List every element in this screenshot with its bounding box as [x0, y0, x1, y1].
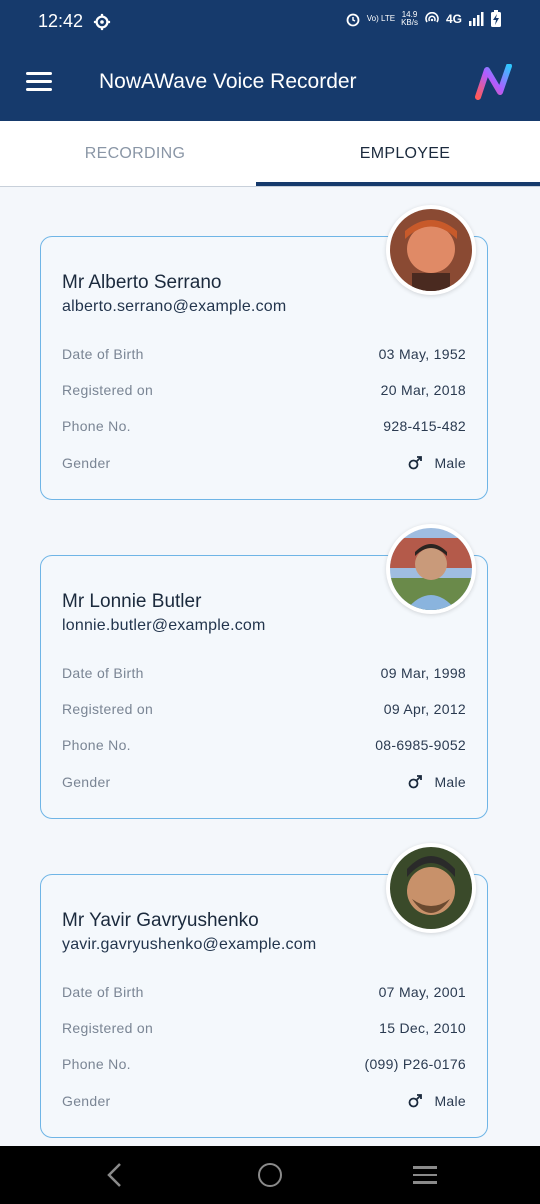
volte-indicator: Vo) LTE — [366, 14, 396, 23]
gender-label: Gender — [62, 455, 111, 471]
nowawave-logo-icon — [475, 64, 512, 100]
hamburger-menu-icon[interactable] — [26, 72, 52, 92]
alarm-icon — [346, 13, 360, 27]
employee-name: Mr Yavir Gavryushenko — [62, 910, 259, 931]
employee-email: alberto.serrano@example.com — [62, 298, 287, 315]
male-symbol-icon — [409, 1094, 423, 1108]
back-icon[interactable] — [104, 1162, 124, 1188]
status-time: 12:42 — [38, 11, 84, 31]
employee-photo-image — [390, 209, 472, 291]
gender-text: Male — [434, 774, 466, 790]
gender-value: Male — [408, 455, 466, 471]
registered-label: Registered on — [62, 1020, 154, 1036]
battery-charging-icon — [491, 10, 501, 27]
employee-email: lonnie.butler@example.com — [62, 617, 266, 634]
dob-value: 03 May, 1952 — [378, 346, 466, 362]
employee-name: Mr Lonnie Butler — [62, 591, 202, 612]
app-title: NowAWave Voice Recorder — [99, 70, 357, 93]
employee-photo-image — [390, 528, 472, 610]
avatar — [386, 524, 476, 614]
dob-value: 07 May, 2001 — [378, 984, 466, 1000]
registered-value: 20 Mar, 2018 — [380, 382, 466, 398]
gender-text: Male — [434, 1093, 466, 1109]
phone-value: 928-415-482 — [383, 418, 466, 434]
gender-label: Gender — [62, 774, 111, 790]
status-bar: 12:42 Vo) LTE 14.9 KB/s 4G — [0, 0, 540, 44]
app-bar: NowAWave Voice Recorder — [0, 44, 540, 121]
gender-label: Gender — [62, 1093, 111, 1109]
registered-value: 09 Apr, 2012 — [383, 701, 466, 717]
system-nav-bar — [0, 1146, 540, 1204]
employee-name: Mr Alberto Serrano — [62, 272, 222, 293]
gender-value: Male — [408, 774, 466, 790]
avatar — [386, 843, 476, 933]
employee-photo-image — [390, 847, 472, 929]
recents-icon[interactable] — [413, 1166, 437, 1184]
hotspot-icon — [425, 12, 439, 23]
registered-label: Registered on — [62, 701, 154, 717]
gender-text: Male — [434, 455, 466, 471]
active-tab-indicator — [256, 182, 540, 186]
male-symbol-icon — [409, 775, 423, 789]
gender-value: Male — [408, 1093, 466, 1109]
phone-label: Phone No. — [62, 1056, 131, 1072]
dob-value: 09 Mar, 1998 — [380, 665, 466, 681]
phone-label: Phone No. — [62, 737, 131, 753]
dob-label: Date of Birth — [62, 984, 144, 1000]
tab-employee[interactable]: EMPLOYEE — [270, 121, 540, 187]
dob-label: Date of Birth — [62, 665, 144, 681]
employee-email: yavir.gavryushenko@example.com — [62, 936, 317, 953]
registered-value: 15 Dec, 2010 — [379, 1020, 466, 1036]
tab-recording[interactable]: RECORDING — [0, 121, 270, 187]
dob-label: Date of Birth — [62, 346, 144, 362]
avatar — [386, 205, 476, 295]
signal-icon — [469, 12, 484, 26]
status-icons: Vo) LTE 14.9 KB/s 4G — [345, 10, 502, 28]
network-type: 4G — [445, 12, 462, 26]
home-icon[interactable] — [258, 1163, 282, 1187]
net-speed: 14.9 KB/s — [401, 10, 418, 27]
phone-value: (099) P26-0176 — [364, 1056, 466, 1072]
phone-label: Phone No. — [62, 418, 131, 434]
settings-gear-icon — [93, 13, 111, 31]
tab-bar: RECORDING EMPLOYEE — [0, 121, 540, 187]
registered-label: Registered on — [62, 382, 154, 398]
phone-value: 08-6985-9052 — [375, 737, 466, 753]
male-symbol-icon — [409, 456, 423, 470]
